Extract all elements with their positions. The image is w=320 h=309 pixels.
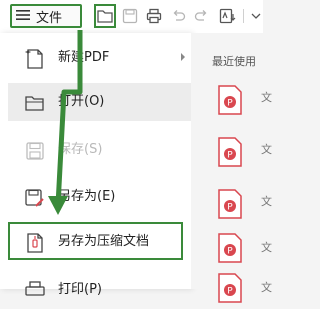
menu-item-print[interactable]: 打印(P) bbox=[8, 271, 191, 309]
submenu-arrow-icon bbox=[181, 53, 185, 61]
more-icon-button[interactable] bbox=[246, 6, 266, 26]
svg-text:P: P bbox=[227, 247, 233, 257]
annotation-highlight-box bbox=[8, 222, 183, 260]
save-as-icon bbox=[24, 187, 46, 209]
undo-icon bbox=[173, 10, 186, 21]
svg-text:P: P bbox=[227, 151, 233, 161]
save-icon bbox=[24, 140, 46, 162]
menu-item-label: 打印(P) bbox=[58, 282, 102, 297]
menu-item-open[interactable]: 打开(O) bbox=[8, 83, 191, 121]
export-icon bbox=[219, 8, 236, 24]
folder-icon bbox=[97, 10, 113, 23]
svg-text:P: P bbox=[227, 287, 233, 297]
redo-icon bbox=[194, 10, 207, 21]
svg-text:P: P bbox=[227, 99, 233, 109]
toolbar-divider bbox=[243, 9, 244, 23]
menu-item-new-pdf[interactable]: 新建PDF bbox=[8, 39, 191, 77]
menu-item-label: 打开(O) bbox=[58, 94, 105, 109]
menu-item-label: 另存为(E) bbox=[58, 189, 116, 204]
chevron-down-icon bbox=[251, 13, 261, 19]
recent-file-name: 文 bbox=[261, 143, 272, 156]
export-icon-button[interactable] bbox=[218, 6, 238, 26]
recent-file-name: 文 bbox=[261, 195, 272, 208]
print-icon-button[interactable] bbox=[144, 6, 164, 26]
file-menu: 新建PDF 打开(O) 保存(S) 另存为(E) 另存为压缩文档 打印(P) bbox=[0, 33, 191, 297]
save-icon bbox=[122, 8, 138, 24]
recent-file-name: 文 bbox=[261, 241, 272, 254]
recent-file-pdf-icon[interactable]: P bbox=[217, 233, 243, 263]
recent-file-pdf-icon[interactable]: P bbox=[217, 137, 243, 167]
print-icon bbox=[24, 280, 46, 302]
folder-open-icon bbox=[24, 92, 46, 114]
recent-file-name: 文 bbox=[261, 281, 272, 294]
open-icon-button[interactable] bbox=[94, 4, 116, 28]
menu-item-save-as[interactable]: 另存为(E) bbox=[8, 178, 191, 216]
new-pdf-icon bbox=[24, 48, 46, 70]
save-icon-button[interactable] bbox=[120, 6, 140, 26]
redo-icon-button[interactable] bbox=[192, 6, 212, 26]
recent-files-panel: 最近使用 P 文 P 文 P 文 P 文 P 文 bbox=[191, 33, 272, 303]
print-icon bbox=[146, 8, 162, 24]
menu-item-label: 保存(S) bbox=[58, 142, 103, 157]
recent-file-name: 文 bbox=[261, 91, 272, 104]
recent-file-pdf-icon[interactable]: P bbox=[217, 273, 243, 303]
hamburger-icon bbox=[16, 9, 30, 24]
recent-file-pdf-icon[interactable]: P bbox=[217, 189, 243, 219]
recent-file-pdf-icon[interactable]: P bbox=[217, 85, 243, 115]
menu-item-label: 新建PDF bbox=[58, 50, 110, 65]
file-menu-button[interactable]: 文件 bbox=[10, 4, 82, 28]
undo-icon-button[interactable] bbox=[168, 6, 188, 26]
menu-item-save[interactable]: 保存(S) bbox=[8, 131, 191, 169]
svg-text:P: P bbox=[227, 203, 233, 213]
toolbar: 文件 bbox=[0, 0, 263, 34]
file-menu-label: 文件 bbox=[36, 10, 63, 26]
recent-title: 最近使用 bbox=[212, 55, 256, 68]
